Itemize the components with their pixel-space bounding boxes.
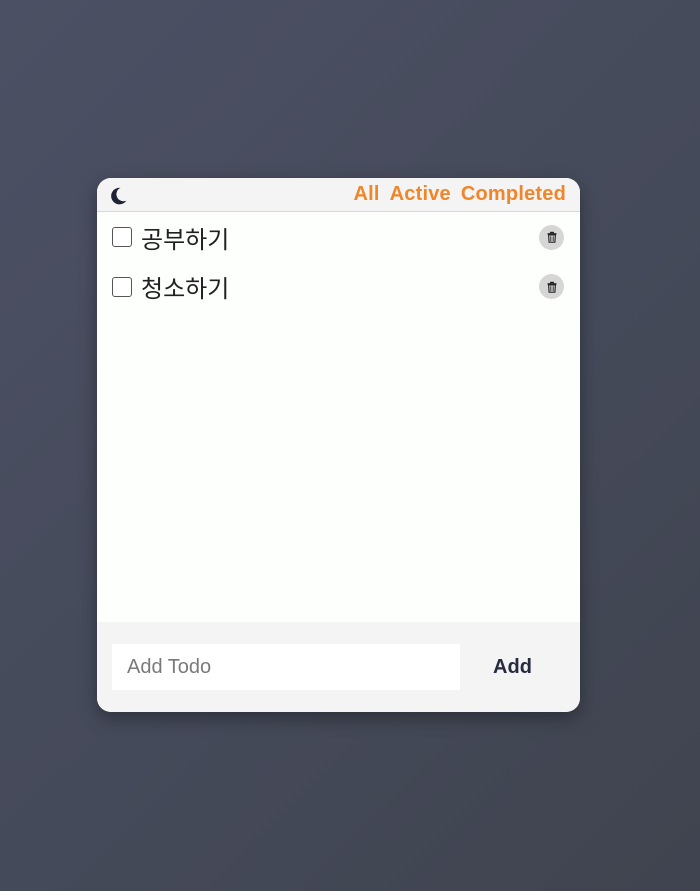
app-header: All Active Completed (97, 178, 580, 212)
filter-nav: All Active Completed (353, 183, 566, 206)
delete-button[interactable] (539, 224, 564, 250)
todo-item: 청소하기 (97, 262, 580, 311)
filter-completed[interactable]: Completed (461, 183, 566, 206)
delete-button[interactable] (539, 274, 564, 299)
todo-app-card: All Active Completed 공부하기 청소하기 Add Todo … (97, 178, 580, 712)
todo-checkbox[interactable] (112, 276, 132, 297)
add-todo-form: Add (97, 622, 580, 712)
todo-text: 청소하기 (141, 275, 230, 303)
todo-checkbox[interactable] (112, 227, 132, 247)
trash-icon (547, 231, 556, 243)
trash-icon (547, 281, 556, 293)
todo-text: 공부하기 (141, 225, 230, 254)
theme-toggle-button[interactable] (107, 185, 129, 207)
moon-icon (111, 187, 127, 204)
filter-active[interactable]: Active (390, 183, 451, 206)
todo-item: 공부하기 (97, 212, 580, 262)
add-todo-input[interactable] (112, 644, 460, 690)
todo-list: 공부하기 청소하기 (97, 212, 580, 311)
filter-all[interactable]: All (353, 183, 379, 206)
add-button[interactable]: Add (460, 644, 565, 690)
